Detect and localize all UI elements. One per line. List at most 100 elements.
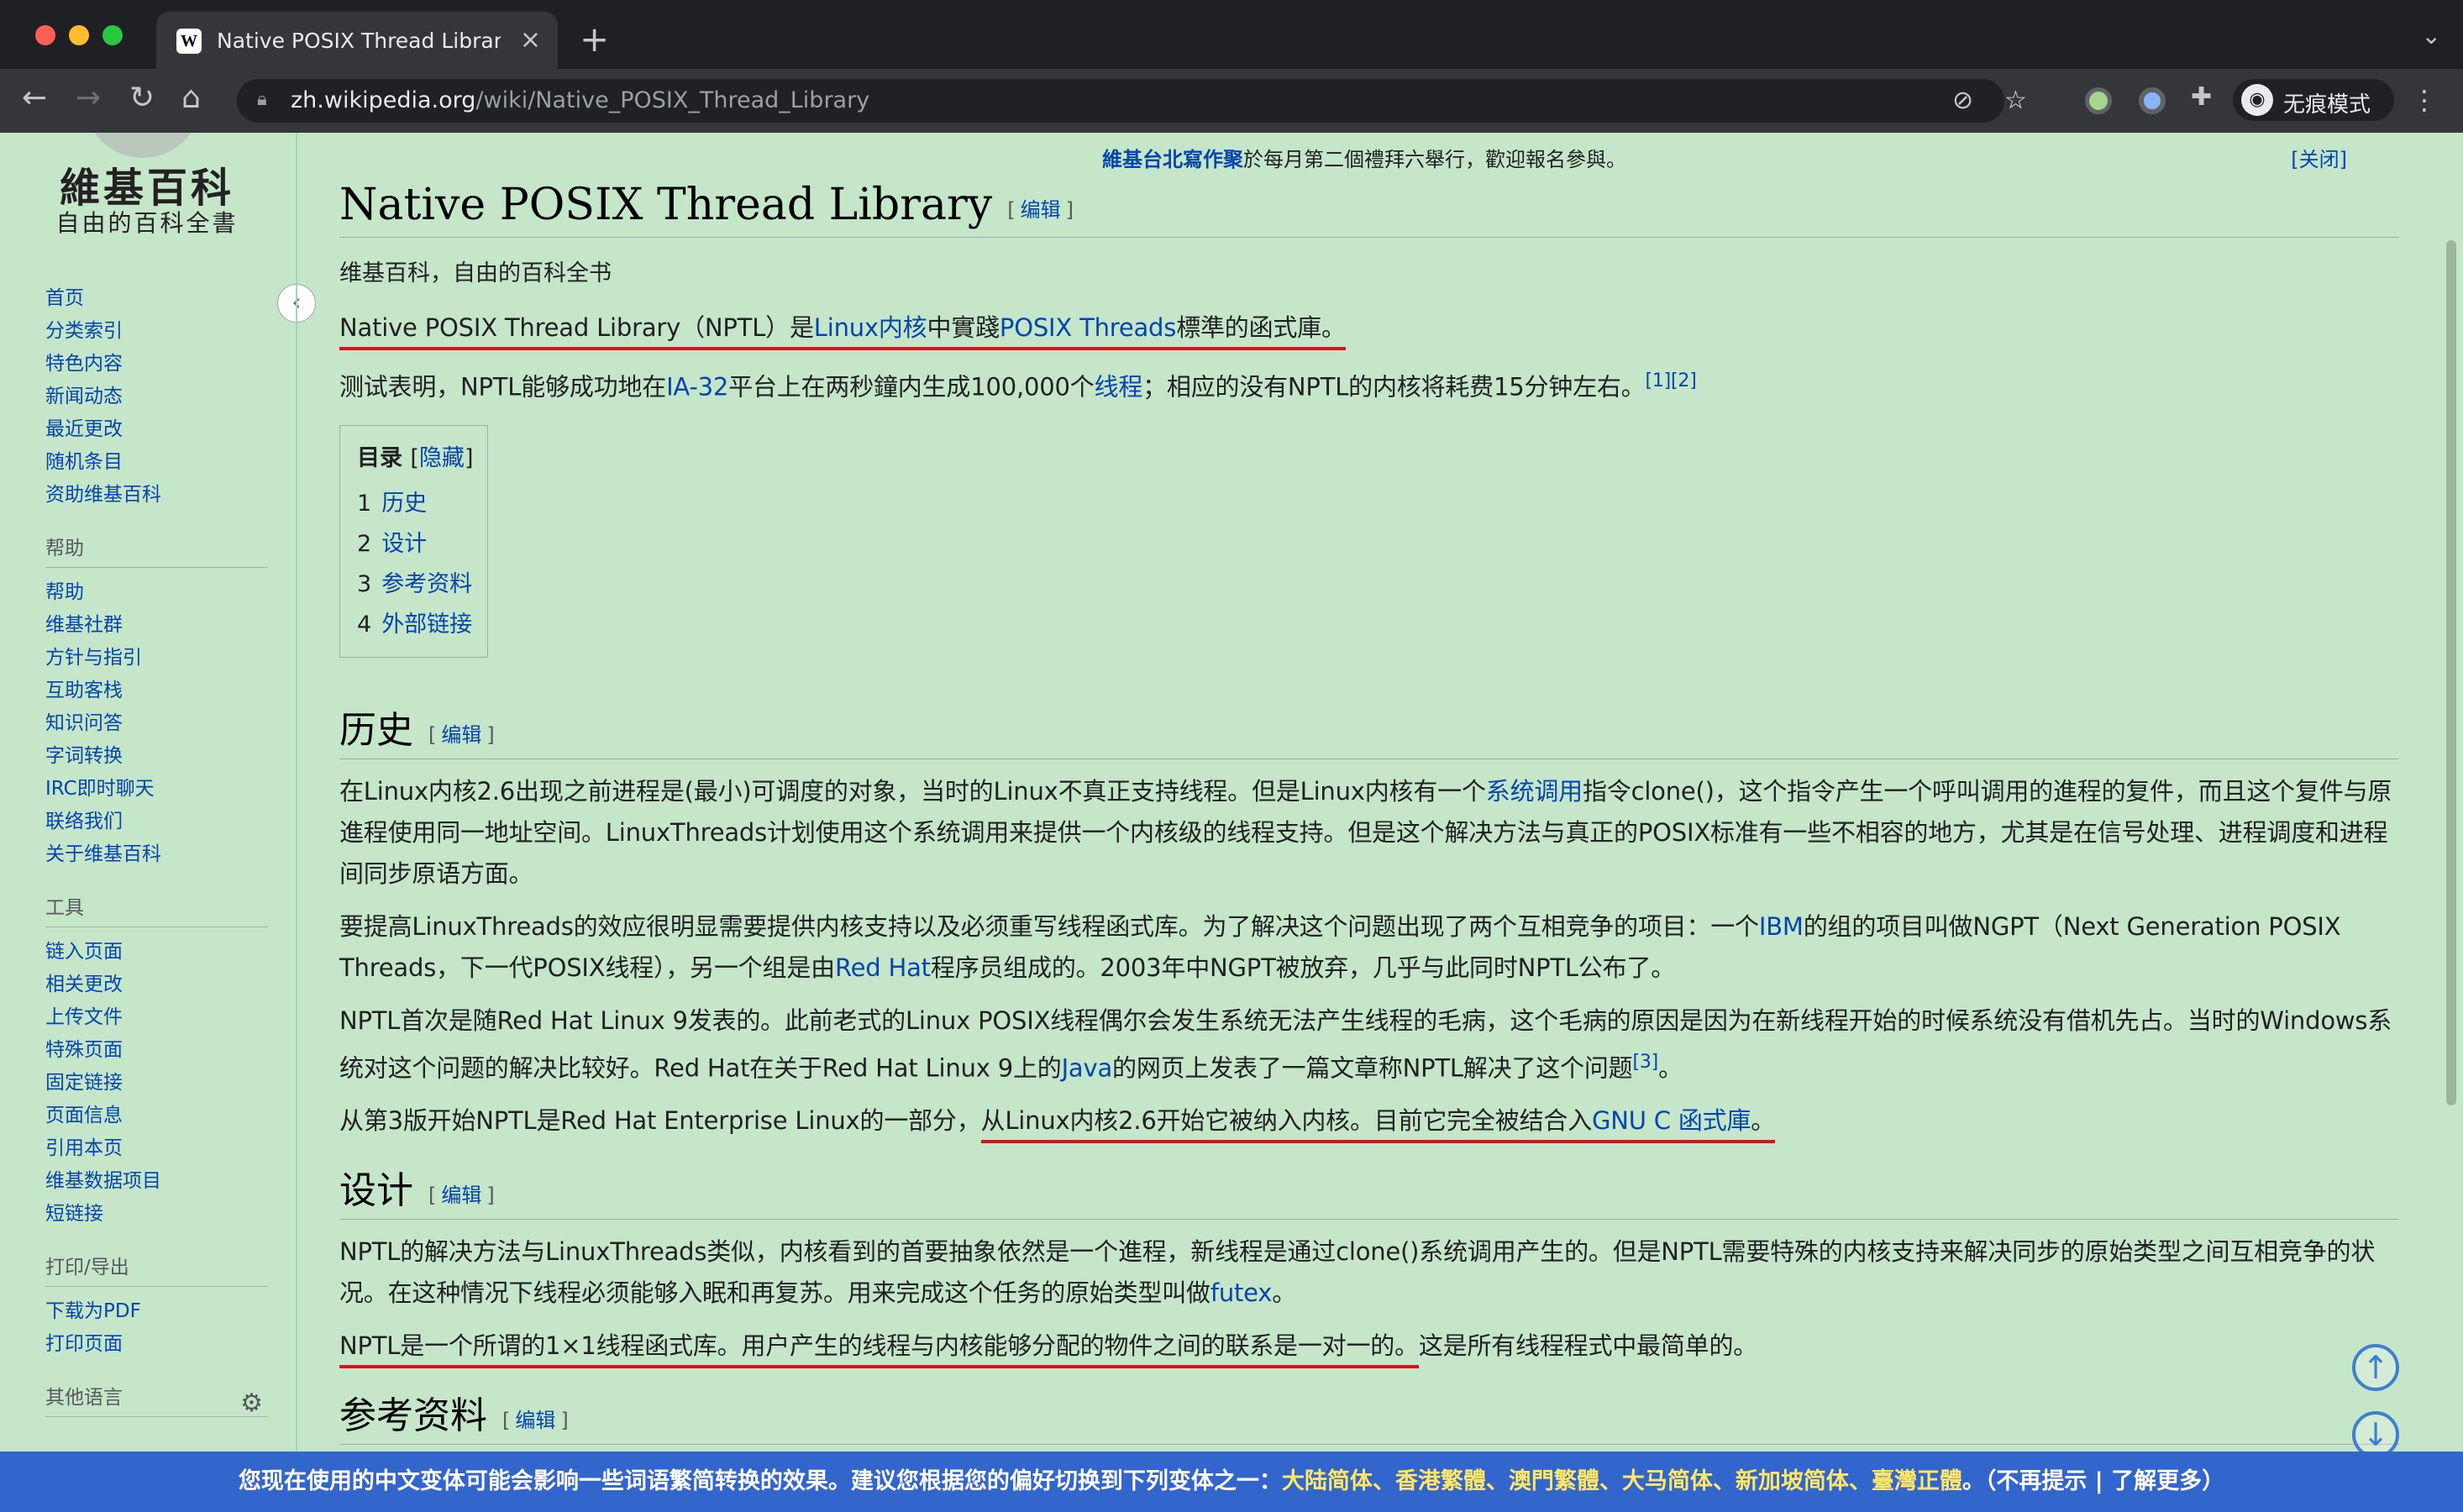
link-red-hat[interactable]: Red Hat [835,953,931,982]
link-linux-kernel[interactable]: Linux内核 [814,313,927,342]
toc-item-number: 2 [357,530,372,557]
url-text[interactable]: zh.wikipedia.org/wiki/Native_POSIX_Threa… [291,87,869,113]
address-bar[interactable]: 🔒︎ zh.wikipedia.org/wiki/Native_POSIX_Th… [237,79,2027,123]
sidebar-item-qa[interactable]: 知识问答 [45,707,268,740]
sidebar-item-news[interactable]: 新闻动态 [45,381,268,413]
sidebar-item-conversion[interactable]: 字词转换 [45,740,268,773]
sidebar-item-wikidata[interactable]: 维基数据项目 [45,1165,268,1198]
browser-tab[interactable]: W Native POSIX Thread Library - × [156,12,558,69]
page-title: Native POSIX Thread Library [编辑] [339,180,2399,238]
sidebar-item-page-info[interactable]: 页面信息 [45,1100,268,1132]
toc-title: 目录 [隐藏] [357,444,474,471]
new-tab-icon[interactable]: + [580,18,609,60]
site-notice-link[interactable]: 維基台北寫作聚 [1102,148,1243,171]
design1-text-a: NPTL的解决方法与LinuxThreads类似，内核看到的首要抽象依然是一个進… [339,1237,2376,1308]
sidebar-item-shortlink[interactable]: 短链接 [45,1198,268,1231]
scroll-to-top-icon[interactable]: ↑ [2352,1344,2399,1391]
toc-link-external[interactable]: 外部链接 [381,612,472,638]
reload-icon[interactable]: ↻ [129,81,155,115]
link-ibm[interactable]: IBM [1759,912,1804,941]
page-title-text: Native POSIX Thread Library [339,180,993,230]
toc-link-history[interactable]: 历史 [381,491,427,517]
sidebar-item-featured[interactable]: 特色内容 [45,348,268,381]
sidebar-item-whatlinkshere[interactable]: 链入页面 [45,936,268,969]
link-ia32[interactable]: IA-32 [666,373,728,402]
toc-link-references[interactable]: 参考资料 [381,571,472,597]
toc-item[interactable]: 1 历史 [357,484,474,524]
sidebar-item-about[interactable]: 关于维基百科 [45,838,268,871]
sidebar-item-categories[interactable]: 分类索引 [45,315,268,348]
link-posix-threads[interactable]: POSIX Threads [1000,313,1176,342]
star-icon[interactable]: ☆ [2004,86,2027,115]
sidebar-item-recent-changes[interactable]: 最近更改 [45,413,268,446]
sidebar-item-village-pump[interactable]: 互助客栈 [45,675,268,707]
forward-icon[interactable]: → [76,81,101,115]
sidebar-heading-languages[interactable]: 其他语言 [45,1381,268,1417]
incognito-profile-button[interactable]: ◉ 无痕模式 [2233,79,2394,121]
sidebar-item-contact[interactable]: 联络我们 [45,806,268,838]
close-tab-icon[interactable]: × [520,25,541,55]
red-underline-annotation: 从Linux内核2.6开始它被纳入内核。目前它完全被结合入GNU C 函式庫。 [980,1106,1775,1144]
reference-link[interactable]: [3] [1633,1052,1659,1073]
toc-hide-link[interactable]: 隐藏 [419,445,465,471]
sidebar-item-related-changes[interactable]: 相关更改 [45,969,268,1001]
sidebar-item-cite[interactable]: 引用本页 [45,1132,268,1165]
toc-item[interactable]: 2 设计 [357,524,474,564]
extension-blue-icon[interactable] [2139,87,2166,114]
maximize-window-button[interactable] [102,25,123,45]
variant-notice-text: 您现在使用的中文变体可能会影响一些词语繁简转换的效果。建议您根据您的偏好切换到下… [238,1468,1282,1494]
sidebar-item-special-pages[interactable]: 特殊页面 [45,1034,268,1067]
sidebar-item-download-pdf[interactable]: 下载为PDF [45,1295,268,1328]
sidebar-item-help[interactable]: 帮助 [45,576,268,609]
link-java[interactable]: Java [1062,1053,1113,1082]
title-edit: [编辑] [1007,198,1074,222]
sidebar-item-permalink[interactable]: 固定链接 [45,1067,268,1100]
sidebar-item-donate[interactable]: 资助维基百科 [45,479,268,512]
tab-search-chevron-icon[interactable]: ⌄ [2422,22,2441,50]
toc-item[interactable]: 3 参考资料 [357,564,474,605]
variant-links[interactable]: 大陆简体、香港繁體、澳門繁體、大马简体、新加坡简体、臺灣正體 [1282,1468,1962,1494]
minimize-window-button[interactable] [69,25,89,45]
sidebar-item-print[interactable]: 打印页面 [45,1328,268,1361]
kebab-icon[interactable]: ⋮ [2411,84,2438,116]
scrollbar-thumb[interactable] [2446,240,2456,1105]
link-futex[interactable]: futex [1210,1278,1273,1307]
sidebar-print: 下载为PDF 打印页面 [45,1295,268,1361]
wikipedia-logo[interactable]: 維基百科 自由的百科全書 [0,133,294,250]
title-edit-link[interactable]: 编辑 [1021,198,1061,222]
section-heading-history: 历史 [编辑] [339,700,2399,759]
puzzle-icon[interactable]: ✚ [2191,82,2212,112]
language-settings-gear-icon[interactable]: ⚙ [240,1389,263,1418]
design-paragraph-1: NPTL的解决方法与LinuxThreads类似，内核看到的首要抽象依然是一个進… [339,1231,2399,1314]
section-edit-link[interactable]: 编辑 [515,1409,555,1432]
history-paragraph-4: 从第3版开始NPTL是Red Hat Enterprise Linux的一部分，… [339,1100,2399,1144]
sidebar-item-home[interactable]: 首页 [45,282,268,315]
extension-green-icon[interactable] [2085,87,2112,114]
lead1-text-a: Native POSIX Thread Library（NPTL）是 [339,313,814,342]
sidebar-heading-help[interactable]: 帮助 [45,532,268,568]
lead2-text-a: 测试表明，NPTL能够成功地在 [339,372,667,402]
link-thread[interactable]: 线程 [1095,373,1143,402]
site-notice-close-button[interactable]: [关闭] [2291,143,2347,172]
sidebar-heading-print[interactable]: 打印/导出 [45,1251,268,1287]
sidebar-item-community[interactable]: 维基社群 [45,609,268,642]
link-system-call[interactable]: 系统调用 [1486,777,1583,806]
home-icon[interactable]: ⌂ [181,81,201,115]
sidebar-item-policies[interactable]: 方针与指引 [45,642,268,675]
section-edit-link[interactable]: 编辑 [441,723,481,747]
eye-off-icon[interactable]: ⊘ [1952,86,1973,115]
back-icon[interactable]: ← [22,81,47,115]
close-window-button[interactable] [35,25,55,45]
page-scrollbar[interactable] [2439,133,2463,1512]
hist4-text-a: 从第3版开始NPTL是Red Hat Enterprise Linux的一部分， [339,1106,981,1136]
sidebar-item-irc[interactable]: IRC即时聊天 [45,773,268,806]
link-glibc[interactable]: GNU C 函式庫 [1592,1106,1751,1135]
toc-item[interactable]: 4 外部链接 [357,605,474,645]
section-edit-link[interactable]: 编辑 [441,1184,481,1207]
reference-link[interactable]: [1][2] [1645,370,1696,391]
variant-notice-actions[interactable]: 。（不再提示 | 了解更多） [1962,1468,2224,1494]
toc-link-design[interactable]: 设计 [381,531,427,557]
sidebar-heading-tools[interactable]: 工具 [45,891,268,927]
sidebar-item-random[interactable]: 随机条目 [45,446,268,479]
sidebar-item-upload[interactable]: 上传文件 [45,1001,268,1034]
